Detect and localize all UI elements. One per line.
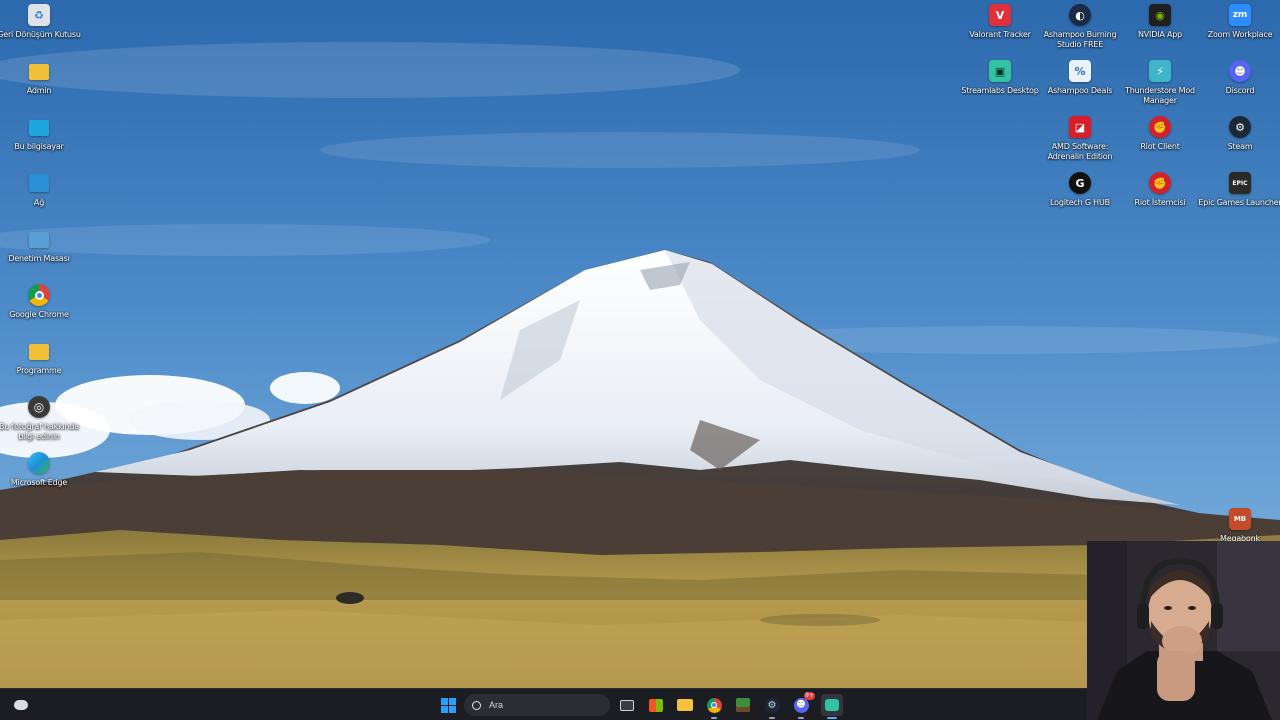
chrome-icon	[706, 697, 722, 713]
control-panel-icon	[29, 232, 49, 248]
taskbar-google-chrome[interactable]	[703, 694, 725, 719]
desktop-icon-label: Logitech G HUB	[1050, 198, 1110, 207]
desktop-icon-label: Riot Client	[1140, 142, 1180, 151]
desktop-icon-label: Bu fotoğraf hakkında bilgi edinin	[0, 422, 79, 441]
folder-icon	[29, 64, 49, 80]
nvidia-icon: ◉	[1149, 4, 1171, 26]
ashampoo-burning-icon: ◐	[1069, 4, 1091, 26]
desktop-icon-valorant-tracker[interactable]: V Valorant Tracker	[960, 4, 1040, 40]
desktop-icon-discord[interactable]: ☻ Discord	[1200, 60, 1280, 96]
riot-client-icon: ✊	[1149, 172, 1171, 194]
start-button[interactable]	[437, 694, 459, 716]
desktop-icon-zoom[interactable]: zm Zoom Workplace	[1200, 4, 1280, 40]
running-indicator	[711, 717, 717, 719]
desktop-icon-logitech-ghub[interactable]: G Logitech G HUB	[1040, 172, 1120, 208]
running-indicator	[798, 717, 804, 719]
desktop-icon-label: Geri Dönüşüm Kutusu	[0, 30, 81, 39]
desktop-icon-label: NVIDIA App	[1138, 30, 1182, 39]
taskbar-search[interactable]	[464, 694, 610, 716]
running-indicator	[827, 717, 837, 719]
desktop-icon-this-pc[interactable]: Bu bilgisayar	[0, 116, 79, 152]
weather-widget[interactable]	[10, 694, 32, 716]
taskbar-microsoft-store[interactable]	[645, 694, 667, 716]
desktop-icon-network[interactable]: Ağ	[0, 172, 79, 208]
desktop-icon-recycle-bin[interactable]: ♻ Geri Dönüşüm Kutusu	[0, 4, 81, 40]
megabonk-icon: MB	[1229, 508, 1251, 530]
desktop-icon-label: Microsoft Edge	[10, 478, 68, 487]
taskbar-file-explorer[interactable]	[674, 694, 696, 716]
desktop-icon-label: Denetim Masası	[8, 254, 70, 263]
taskbar-streamlabs[interactable]	[821, 694, 843, 719]
edge-icon	[28, 452, 50, 474]
desktop-icon-label: Epic Games Launcher	[1198, 198, 1280, 207]
desktop-icon-label: Riot İstemcisi	[1134, 198, 1186, 207]
desktop-icon-epic-games[interactable]: EPIC Epic Games Launcher	[1198, 172, 1280, 208]
search-input[interactable]	[489, 700, 599, 710]
search-icon	[472, 700, 481, 710]
desktop-icon-nvidia-app[interactable]: ◉ NVIDIA App	[1120, 4, 1200, 40]
desktop-icon-steam[interactable]: ⚙ Steam	[1200, 116, 1280, 152]
desktop-icon-ashampoo-deals[interactable]: % Ashampoo Deals	[1040, 60, 1120, 96]
desktop-icon-streamlabs[interactable]: ▣ Streamlabs Desktop	[960, 60, 1040, 96]
desktop-icon-label: Google Chrome	[9, 310, 69, 319]
windows-logo-icon	[440, 697, 456, 713]
thunderstore-icon: ⚡	[1149, 60, 1171, 82]
desktop-icon-label: Steam	[1227, 142, 1253, 151]
chrome-icon	[28, 284, 50, 306]
notification-badge: 9+	[804, 692, 815, 700]
desktop-icon-label: Streamlabs Desktop	[961, 86, 1039, 95]
folder-icon	[29, 344, 49, 360]
recycle-bin-icon: ♻	[28, 4, 50, 26]
desktop-icon-google-chrome[interactable]: Google Chrome	[0, 284, 79, 320]
desktop-icon-label: AMD Software: Adrenalin Edition	[1047, 142, 1113, 161]
valorant-tracker-icon: V	[989, 4, 1011, 26]
desktop-icon-label: Valorant Tracker	[969, 30, 1031, 39]
desktop-icon-label: Ashampoo Burning Studio FREE	[1043, 30, 1117, 49]
minecraft-icon	[736, 698, 750, 712]
desktop-icon-label: Discord	[1225, 86, 1255, 95]
taskbar-discord[interactable]: ☻ 9+	[790, 692, 815, 719]
steam-icon: ⚙	[1229, 116, 1251, 138]
desktop-icon-label: Ashampoo Deals	[1047, 86, 1113, 95]
desktop-icon-label: Admin	[26, 86, 52, 95]
desktop-icon-microsoft-edge[interactable]: Microsoft Edge	[0, 452, 79, 488]
desktop-icon-riot-client[interactable]: ✊ Riot Client	[1120, 116, 1200, 152]
discord-icon: ☻	[1229, 60, 1251, 82]
desktop-icon-spotlight-info[interactable]: ◎ Bu fotoğraf hakkında bilgi edinin	[0, 396, 79, 442]
steam-icon: ⚙	[764, 697, 780, 713]
desktop-icon-ashampoo-burning[interactable]: ◐ Ashampoo Burning Studio FREE	[1040, 4, 1120, 50]
amd-icon: ◪	[1069, 116, 1091, 138]
desktop-icon-megabonk[interactable]: MB Megabonk	[1200, 508, 1280, 544]
cloud-icon	[14, 700, 28, 710]
desktop-icon-control-panel[interactable]: Denetim Masası	[0, 228, 79, 264]
network-icon	[29, 174, 49, 192]
taskbar-steam[interactable]: ⚙	[761, 694, 783, 719]
info-camera-icon: ◎	[28, 396, 50, 418]
task-view-icon	[620, 699, 634, 711]
store-icon	[649, 698, 663, 712]
logitech-ghub-icon: G	[1069, 172, 1091, 194]
taskbar-minecraft[interactable]	[732, 694, 754, 716]
desktop-icon-programme[interactable]: Programme	[0, 340, 79, 376]
desktop-icon-riot-istemcisi[interactable]: ✊ Riot İstemcisi	[1120, 172, 1200, 208]
epic-games-icon: EPIC	[1229, 172, 1251, 194]
desktop-icon-label: Programme	[16, 366, 62, 375]
zoom-icon: zm	[1229, 4, 1251, 26]
desktop-icon-label: Bu bilgisayar	[14, 142, 64, 151]
desktop-icon-label: Ağ	[33, 198, 45, 207]
ashampoo-deals-icon: %	[1069, 60, 1091, 82]
webcam-overlay	[1087, 541, 1280, 720]
folder-icon	[677, 699, 693, 711]
desktop-icon-admin[interactable]: Admin	[0, 60, 79, 96]
desktop-icon-label: Thunderstore Mod Manager	[1125, 86, 1195, 105]
streamlabs-icon: ▣	[989, 60, 1011, 82]
desktop-icon-label: Zoom Workplace	[1207, 30, 1273, 39]
desktop-icon-thunderstore[interactable]: ⚡ Thunderstore Mod Manager	[1120, 60, 1200, 106]
desktop-icon-amd-software[interactable]: ◪ AMD Software: Adrenalin Edition	[1040, 116, 1120, 162]
taskbar-task-view[interactable]	[616, 694, 638, 716]
riot-client-icon: ✊	[1149, 116, 1171, 138]
streamlabs-icon	[825, 699, 839, 711]
computer-icon	[29, 120, 49, 136]
running-indicator	[769, 717, 775, 719]
